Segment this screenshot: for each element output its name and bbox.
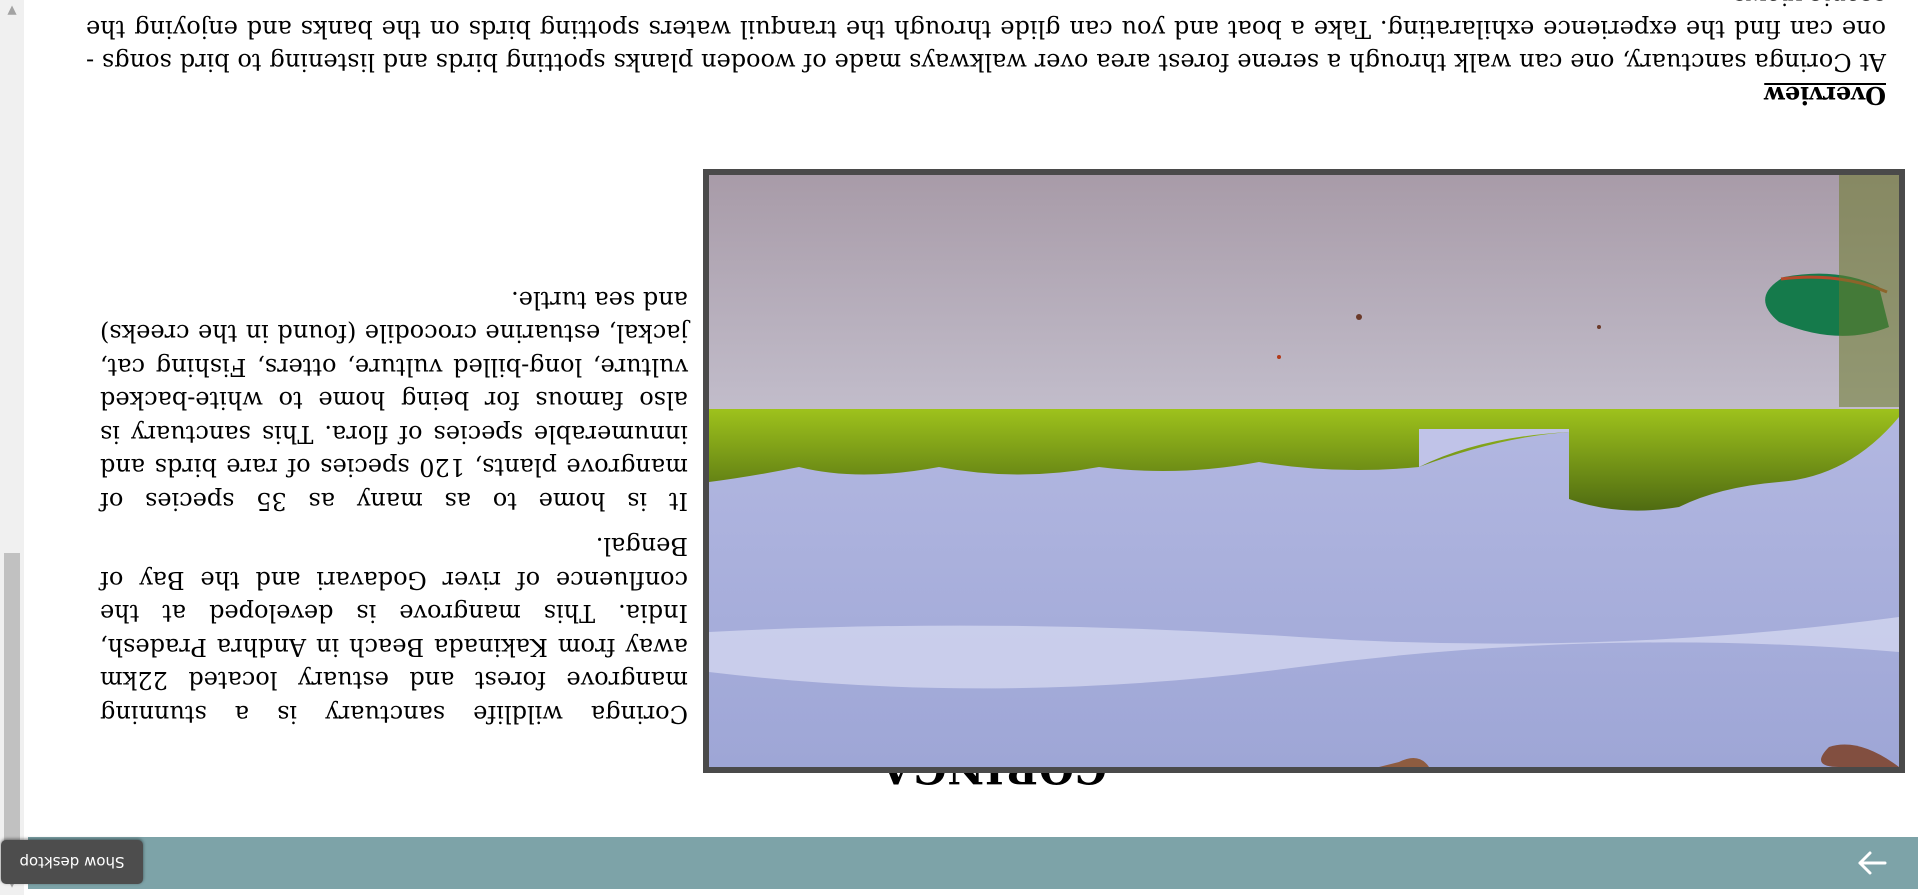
overview-paragraph: At Coringa sanctuary, one can walk throu… [86, 0, 1886, 76]
scroll-down-arrow-icon[interactable]: ▼ [0, 0, 24, 22]
photo-frame [703, 169, 1905, 773]
vertical-scrollbar[interactable]: ▲ ▼ [0, 0, 24, 895]
top-navigation-bar [28, 837, 1918, 889]
show-desktop-button[interactable]: Show desktop [1, 840, 143, 884]
page-canvas: ▲ ▼ CORINGA [0, 0, 1920, 895]
mangrove-backwater-photo [709, 175, 1899, 767]
overview-heading: Overview [1764, 81, 1886, 110]
arrow-right-icon[interactable] [1852, 843, 1892, 883]
description-paragraph-1: Coringa wildlife sanctuary is a stunning… [100, 532, 688, 729]
description-block: Coringa wildlife sanctuary is a stunning… [100, 271, 688, 731]
scroll-thumb[interactable] [4, 553, 20, 871]
description-paragraph-2: It is home to as many as 35 species of m… [100, 286, 688, 515]
